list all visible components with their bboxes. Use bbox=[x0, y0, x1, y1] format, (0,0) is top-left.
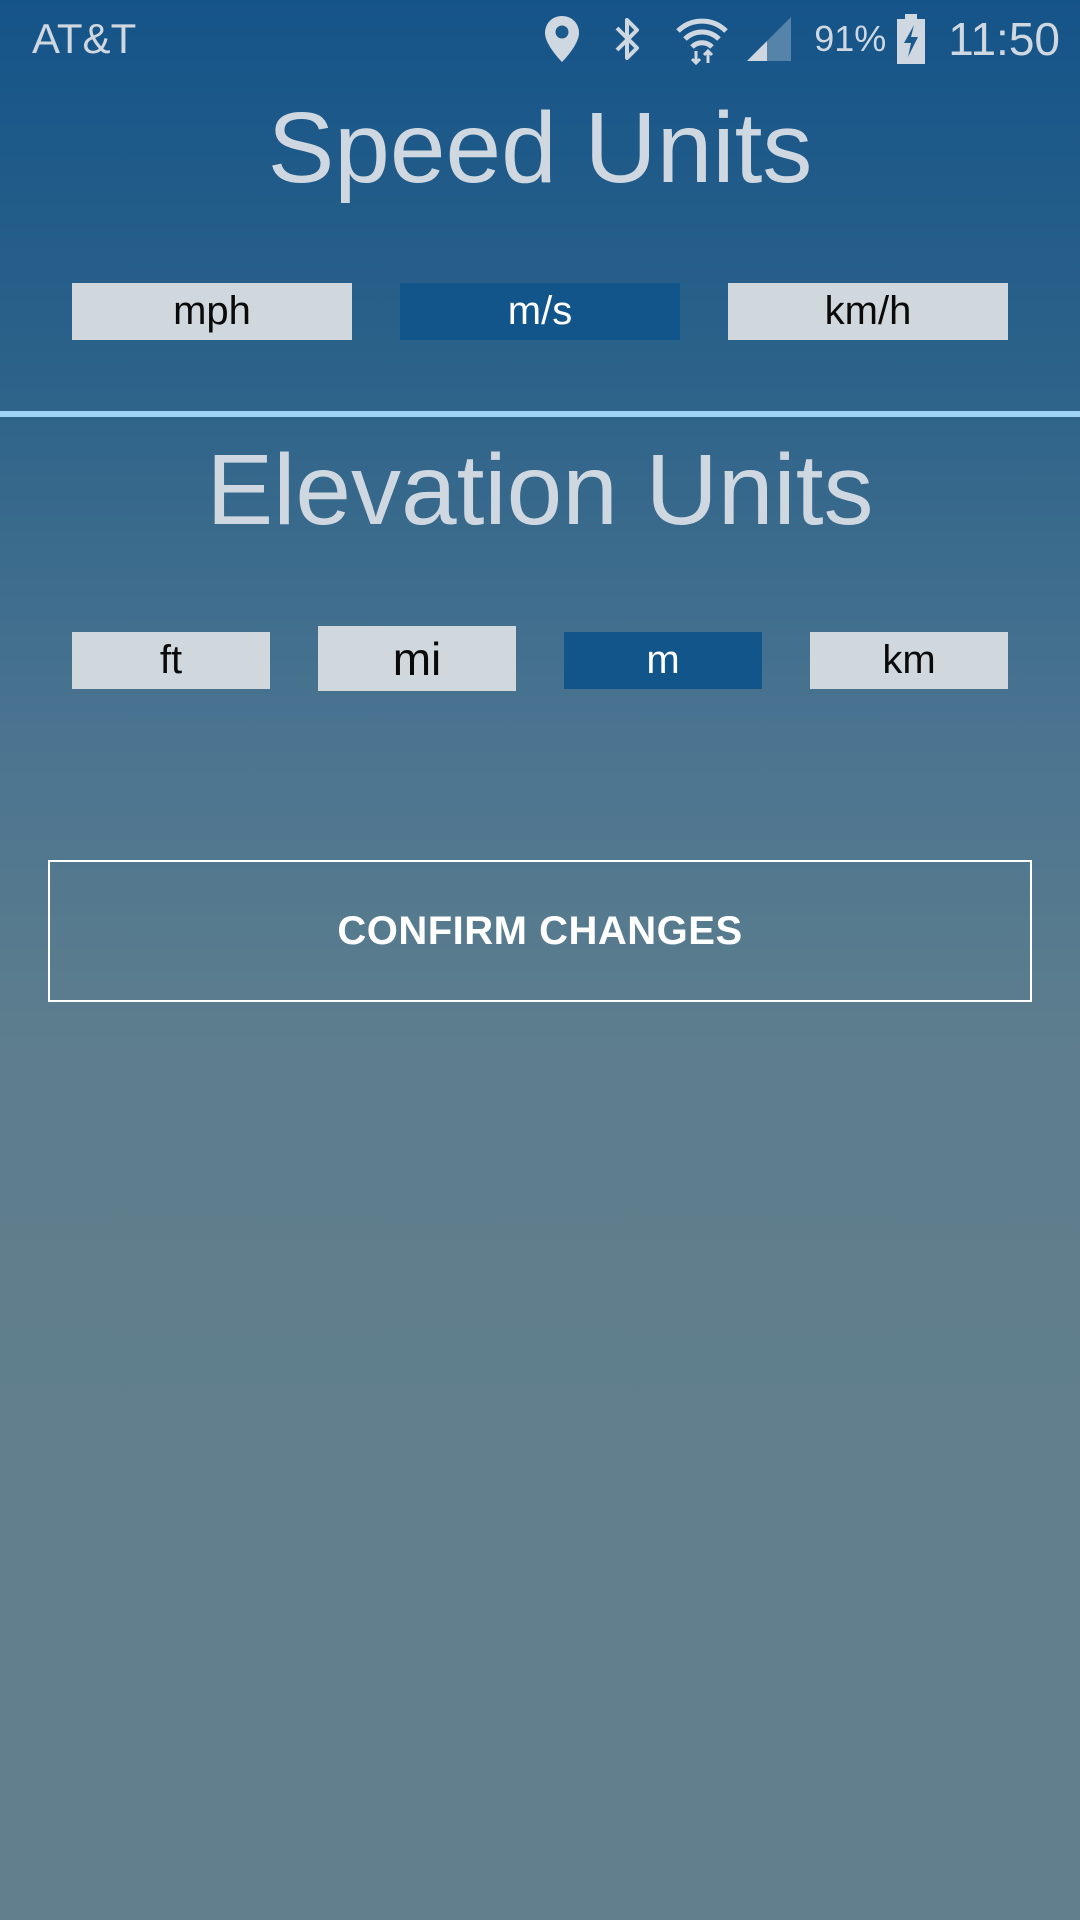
elevation-m-button[interactable]: m bbox=[564, 632, 762, 689]
status-bar: AT&T 91% 11:50 bbox=[0, 0, 1080, 78]
clock: 11:50 bbox=[948, 13, 1060, 65]
battery-percent: 91% bbox=[814, 18, 887, 59]
speed-ms-button[interactable]: m/s bbox=[400, 283, 680, 340]
elevation-ft-button[interactable]: ft bbox=[72, 632, 270, 689]
confirm-changes-button[interactable]: CONFIRM CHANGES bbox=[48, 860, 1032, 1002]
bluetooth-icon bbox=[592, 8, 664, 70]
speed-kmh-button[interactable]: km/h bbox=[728, 283, 1008, 340]
location-icon bbox=[532, 8, 592, 70]
section-divider bbox=[0, 411, 1080, 417]
elevation-km-button[interactable]: km bbox=[810, 632, 1008, 689]
carrier-label: AT&T bbox=[32, 15, 137, 62]
elevation-units-title: Elevation Units bbox=[206, 434, 874, 546]
elevation-mi-button[interactable]: mi bbox=[318, 626, 516, 691]
status-icons: 91% 11:50 bbox=[532, 8, 1060, 70]
speed-mph-button[interactable]: mph bbox=[72, 283, 352, 340]
signal-icon bbox=[740, 8, 800, 70]
wifi-icon bbox=[664, 8, 740, 70]
battery-charging-icon bbox=[894, 8, 928, 70]
speed-units-title: Speed Units bbox=[267, 92, 813, 204]
